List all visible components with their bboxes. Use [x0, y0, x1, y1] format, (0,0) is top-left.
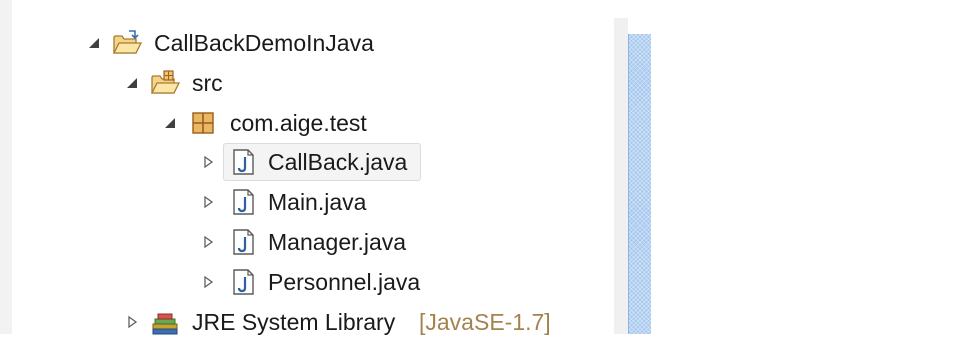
- package-icon: [188, 109, 218, 137]
- tree-item-file[interactable]: Personnel.java: [0, 265, 614, 299]
- tree-item-package[interactable]: com.aige.test: [0, 106, 614, 140]
- tree-item-src[interactable]: src: [0, 66, 614, 100]
- java-file-icon: [228, 228, 258, 256]
- java-file-icon: [228, 188, 258, 216]
- overview-ruler[interactable]: [628, 34, 651, 334]
- file-label: Personnel.java: [268, 269, 421, 295]
- tree-item-file[interactable]: Main.java: [0, 185, 614, 219]
- java-project-folder-icon: [112, 29, 143, 57]
- tree-item-file[interactable]: CallBack.java: [0, 145, 614, 179]
- package-explorer-tree: CallBackDemoInJava src com.aige.test Cal…: [0, 0, 614, 336]
- java-file-icon: [228, 268, 258, 296]
- collapsed-arrow-icon[interactable]: [198, 185, 218, 219]
- source-folder-icon: [150, 69, 181, 97]
- project-label: CallBackDemoInJava: [154, 30, 374, 56]
- expanded-arrow-icon[interactable]: [160, 106, 180, 140]
- file-label: Main.java: [268, 189, 367, 215]
- src-label: src: [192, 70, 223, 96]
- library-icon: [150, 308, 180, 336]
- package-label: com.aige.test: [230, 110, 367, 136]
- collapsed-arrow-icon[interactable]: [198, 265, 218, 299]
- tree-item-project[interactable]: CallBackDemoInJava: [0, 26, 614, 60]
- tree-item-file[interactable]: Manager.java: [0, 225, 614, 259]
- expanded-arrow-icon[interactable]: [84, 26, 104, 60]
- expanded-arrow-icon[interactable]: [122, 66, 142, 100]
- collapsed-arrow-icon[interactable]: [198, 145, 218, 179]
- file-label: Manager.java: [268, 229, 407, 255]
- file-label: CallBack.java: [268, 149, 408, 175]
- collapsed-arrow-icon[interactable]: [198, 225, 218, 259]
- java-file-icon: [228, 148, 258, 176]
- panel-divider[interactable]: [614, 18, 628, 334]
